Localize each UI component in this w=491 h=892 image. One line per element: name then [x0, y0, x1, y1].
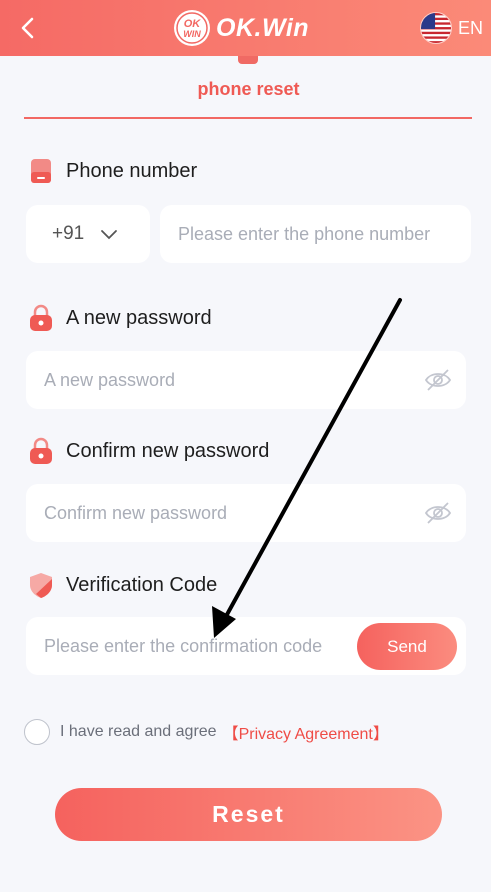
new-password-input[interactable]	[44, 351, 412, 409]
tab-underline	[24, 117, 472, 119]
country-code-value: +91	[52, 223, 85, 244]
confirm-password-label: Confirm new password	[66, 439, 270, 462]
tab-phone-icon	[238, 56, 258, 64]
send-code-button[interactable]: Send	[357, 623, 457, 670]
agreement-row: I have read and agree 【Privacy Agreement…	[24, 719, 389, 745]
confirm-password-input[interactable]	[44, 484, 412, 542]
agree-checkbox[interactable]	[24, 719, 50, 745]
verification-label: Verification Code	[66, 573, 218, 596]
phone-field-box	[160, 205, 471, 263]
new-password-label-row: A new password	[28, 304, 212, 332]
verification-label-row: Verification Code	[28, 571, 217, 599]
lock-icon	[30, 437, 52, 464]
us-flag-icon	[419, 12, 452, 44]
language-code: EN	[457, 17, 483, 38]
phone-input[interactable]	[178, 205, 471, 263]
phone-label-row: Phone number	[28, 157, 197, 185]
eye-hidden-icon[interactable]	[424, 367, 452, 393]
country-code-select[interactable]: +91	[26, 205, 150, 263]
eye-hidden-icon[interactable]	[424, 500, 452, 526]
confirm-password-box	[26, 484, 466, 542]
language-selector[interactable]: EN	[419, 12, 483, 44]
svg-text:WIN: WIN	[183, 29, 201, 39]
back-arrow-icon[interactable]	[16, 14, 40, 42]
verification-code-input[interactable]	[44, 617, 346, 675]
new-password-label: A new password	[66, 306, 212, 329]
lock-icon	[30, 304, 52, 331]
top-bar: OK WIN OK.Win EN	[0, 0, 491, 56]
privacy-agreement-link[interactable]: 【Privacy Agreement】	[223, 720, 389, 744]
chevron-down-icon	[101, 230, 118, 240]
phone-label: Phone number	[66, 159, 198, 182]
brand-logo: OK WIN OK.Win	[172, 7, 309, 49]
reset-button[interactable]: Reset	[55, 788, 442, 841]
confirm-password-label-row: Confirm new password	[28, 437, 269, 465]
logo-text: OK.Win	[216, 13, 310, 42]
logo-badge-icon: OK WIN	[174, 10, 210, 46]
agreement-text: I have read and agree	[60, 723, 217, 740]
shield-icon	[30, 573, 52, 598]
new-password-box	[26, 351, 466, 409]
phone-icon	[31, 159, 51, 183]
tab-phone-reset[interactable]: phone reset	[0, 79, 491, 100]
